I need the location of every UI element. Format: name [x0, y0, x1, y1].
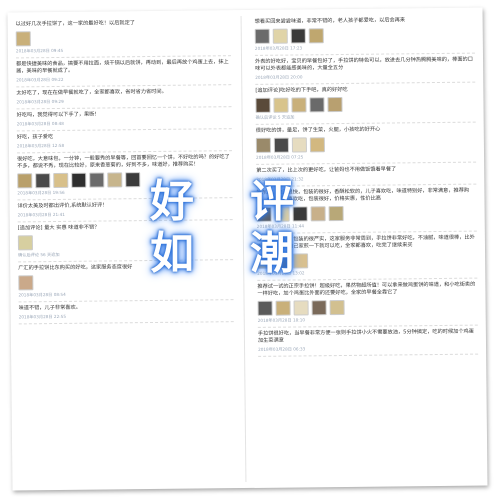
review-photo-thumbnail[interactable] — [107, 172, 123, 188]
review-photos — [17, 233, 233, 251]
review-photo-thumbnail[interactable] — [275, 300, 291, 316]
review-text: 味道不错，儿子非常喜欢。 — [18, 304, 81, 312]
review-text: 详价太美及时都出评价,系统默认好评！ — [17, 202, 108, 210]
review-date: 2018年03月28日 06:33 — [258, 346, 306, 352]
review-date: 2018年03月28日 19:56 — [17, 189, 65, 196]
review-item: 味道不错，儿子非常喜欢。 2018年03月28日 22:55 — [18, 300, 234, 325]
review-photo-thumbnail[interactable] — [89, 172, 105, 188]
review-photo-thumbnail[interactable] — [255, 97, 271, 113]
review-item: 想看买回来尝尝味道，非常不错的，老人孩子都爱吃，以后会再来 2018年03月28日… — [254, 13, 475, 56]
review-photo-thumbnail[interactable] — [292, 206, 308, 222]
review-item: [追加评论] 量大 实惠 味道非不错？ 确认后评论 56 天追加 — [17, 220, 234, 263]
review-photo-thumbnail[interactable] — [272, 28, 288, 44]
left-review-column: 以过好几次手拉饼了，这一家的最好吃！以后就定了 2018年03月28日 09:45… — [15, 16, 236, 484]
review-date: 2018年03月28日 07:25 — [256, 154, 304, 160]
review-photo-thumbnail[interactable] — [308, 28, 324, 44]
review-text: 太好吃了，现在在做早餐就吃了，全家都喜欢，省时省力省时间。 — [16, 88, 167, 97]
review-date: 2018年03月28日 21:41 — [17, 211, 65, 218]
review-photo-thumbnail[interactable] — [329, 299, 345, 316]
review-item: 好吃，孩子爱吃 2018年03月28日 12:58 — [16, 129, 232, 154]
review-date: 确认后评论 5 天追加 — [255, 114, 295, 120]
review-item: 太好吃了，现在在做早餐就吃了，全家都喜欢，省时省力省时间。 2018年03月28日… — [16, 85, 232, 110]
review-text: 好吃，孩子爱吃 — [16, 134, 54, 141]
review-photo-thumbnail[interactable] — [273, 97, 289, 113]
review-item: 手拉饼很好吃，当早餐非常方便一张则手拉饼小火不需要放油，5分钟搞定，吃的时候加个… — [257, 325, 479, 357]
review-date: 2018年03月28日 18:10 — [257, 317, 306, 323]
column-divider — [240, 16, 247, 483]
review-date: 2018年03月28日 09:29 — [16, 98, 64, 105]
review-photos — [255, 136, 476, 153]
overlay-char-2: 评 — [250, 176, 294, 227]
review-photo-thumbnail[interactable] — [327, 96, 343, 113]
review-photo-thumbnail[interactable] — [311, 300, 327, 316]
review-item: 以过好几次手拉饼了，这一家的最好吃！以后就定了 2018年03月28日 09:45 — [15, 16, 231, 59]
review-screenshot-sheet: 以过好几次手拉饼了，这一家的最好吃！以后就定了 2018年03月28日 09:45… — [7, 7, 488, 491]
review-photo-thumbnail[interactable] — [293, 253, 309, 269]
review-date: 2018年03月28日 08:54 — [18, 291, 66, 298]
review-photo-thumbnail[interactable] — [35, 173, 51, 189]
review-photos — [18, 273, 233, 291]
review-text: [追加评论]吃好吃的下手吧，真的好好吃 — [255, 86, 348, 94]
review-date: 2018年03月28日 08:48 — [16, 120, 64, 127]
review-item: 很好吃的饼，量足，饼了生菜，火腿，小孩吃的好开心 2018年03月28日 07:2… — [255, 122, 477, 165]
review-photo-thumbnail[interactable] — [125, 172, 141, 188]
review-date: 2018年03月28日 09:22 — [16, 76, 64, 83]
review-item: 外表的好吃好，宝贝的早餐包好了，手拉饼的特色可以，放进去几分钟热腾腾美味的，棒面… — [254, 53, 476, 85]
review-text: 外表的好吃好，宝贝的早餐包好了，手拉饼的特色可以，放进去几分钟热腾腾美味的，棒面… — [255, 56, 473, 72]
review-text: 很好吃，大意味包，一分钟，一般要秀的早餐等，回首要回忆一个饼，不好吃的吗？的好吃… — [17, 154, 230, 170]
review-photos — [17, 171, 232, 189]
review-item: 广汇的手拉饼比东购买的好吃，这家服务态度很好 2018年03月28日 08:54 — [18, 260, 234, 303]
review-photo-thumbnail[interactable] — [309, 137, 325, 153]
review-photo-thumbnail[interactable] — [257, 300, 273, 316]
review-text: 很好吃的饼，量足，饼了生菜，火腿，小孩吃的好开心 — [255, 126, 381, 134]
review-text: [追加评论] 量大 实惠 味道非不错？ — [17, 224, 100, 232]
review-photo-thumbnail[interactable] — [310, 206, 326, 222]
review-date: 2018年03月28日 17:23 — [254, 45, 303, 51]
review-text: 第二次买了，比上次的更好吃，让爸妈也不用做饭饿着早餐了 — [256, 166, 397, 174]
review-photo-thumbnail[interactable] — [254, 28, 270, 44]
review-photo-thumbnail[interactable] — [17, 235, 34, 251]
review-item: 详价太美及时都出评价,系统默认好评！ 2018年03月28日 21:41 — [17, 198, 233, 223]
review-photo-thumbnail[interactable] — [309, 97, 325, 113]
review-text: 都是快捷美味的食品，搞要不用拉面，烧干锅以后就饼，再动到，最后再放个鸡蛋上去，抹… — [16, 59, 229, 75]
review-photo-thumbnail[interactable] — [255, 137, 271, 153]
review-item: 都是快捷美味的食品，搞要不用拉面，烧干锅以后就饼，再动到，最后再放个鸡蛋上去，抹… — [15, 56, 232, 88]
review-date: 确认后评论 56 天追加 — [18, 251, 60, 258]
review-photos — [255, 96, 475, 113]
review-date: 2018年03月28日 09:45 — [15, 47, 64, 54]
review-text: 以过好几次手拉饼了，这一家的最好吃！以后就定了 — [15, 20, 135, 28]
overlay-char-1: 好 — [150, 176, 194, 227]
review-photo-thumbnail[interactable] — [18, 275, 34, 291]
review-text: 手拉饼很好吃，当早餐非常方便一张则手拉饼小火不需要放油，5分钟搞定，吃的时候加个… — [257, 328, 474, 344]
review-text: 好吃吗，我觉得可以下手了，果断！ — [16, 111, 100, 119]
review-date: 2018年03月28日 12:58 — [16, 142, 65, 149]
review-photo-thumbnail[interactable] — [291, 97, 307, 113]
review-photo-thumbnail[interactable] — [15, 31, 31, 47]
review-photo-thumbnail[interactable] — [290, 28, 306, 44]
review-photo-thumbnail[interactable] — [53, 172, 69, 189]
review-text: 推荐试一试的正宗手拉饼！超级好吃，果然物超所值！可以拿来做鸡蛋饼的味道，和小吃街… — [257, 281, 476, 297]
overlay-char-4: 潮 — [250, 228, 294, 279]
review-photos — [254, 27, 475, 44]
review-item: 好吃吗，我觉得可以下手了，果断！ 2018年03月28日 08:48 — [16, 107, 232, 132]
review-photo-thumbnail[interactable] — [291, 137, 307, 153]
review-photo-thumbnail[interactable] — [273, 137, 289, 153]
review-item: 推荐试一试的正宗手拉饼！超级好吃，果然物超所值！可以拿来做鸡蛋饼的味道，和小吃街… — [257, 278, 478, 328]
review-item: 很好吃，大意味包，一分钟，一般要秀的早餐等，回首要回忆一个饼，不好吃的吗？的好吃… — [16, 151, 233, 201]
review-date: 2018年03月28日 20:00 — [255, 74, 303, 80]
overlay-char-3: 如 — [150, 228, 194, 279]
review-text: 想看买回来尝尝味道，非常不错的，老人孩子都爱吃，以后会再来 — [254, 17, 406, 25]
review-photo-thumbnail[interactable] — [17, 173, 33, 189]
review-photos — [257, 299, 478, 316]
review-photos — [15, 29, 231, 47]
review-photo-thumbnail[interactable] — [71, 172, 87, 188]
review-date: 2018年03月28日 22:55 — [18, 313, 67, 320]
review-photo-thumbnail[interactable] — [293, 300, 309, 316]
review-text: 广汇的手拉饼比东购买的好吃，这家服务态度很好 — [18, 264, 133, 272]
review-item: [追加评论]吃好吃的下手吧，真的好好吃 确认后评论 5 天追加 — [255, 82, 476, 125]
review-photo-thumbnail[interactable] — [328, 205, 344, 222]
